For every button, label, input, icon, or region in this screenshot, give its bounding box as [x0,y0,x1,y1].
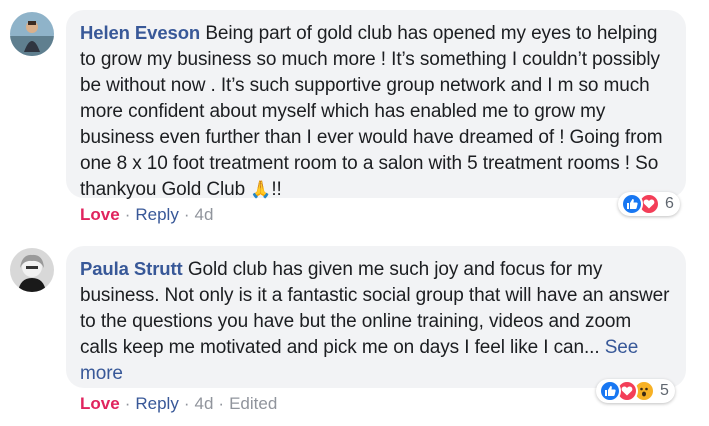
reaction-summary[interactable]: 6 [618,192,680,216]
comment-actions: Love · Reply · 4d [80,205,213,225]
avatar[interactable] [10,12,54,56]
comment-text-suffix: !! [271,179,282,200]
love-button[interactable]: Love [80,394,120,413]
comment-timestamp[interactable]: 4d [195,205,214,224]
comment-bubble: Paula Strutt Gold club has given me such… [66,246,686,388]
love-button[interactable]: Love [80,205,120,224]
edited-label[interactable]: Edited [229,394,277,413]
comment-text: Being part of gold club has opened my ey… [80,23,663,200]
reply-button[interactable]: Reply [135,394,178,413]
comment-author[interactable]: Paula Strutt [80,258,183,279]
comment-bubble: Helen Eveson Being part of gold club has… [66,10,686,200]
comment-timestamp[interactable]: 4d [195,394,214,413]
separator: · [124,394,131,413]
comment-actions: Love · Reply · 4d · Edited [80,394,277,414]
reaction-count: 6 [665,195,674,212]
comment-author[interactable]: Helen Eveson [80,22,200,43]
separator: · [183,394,190,413]
like-icon [599,380,621,402]
separator: · [218,394,225,413]
avatar[interactable] [10,248,54,292]
separator: · [183,205,190,224]
like-icon [621,193,643,215]
reply-button[interactable]: Reply [135,205,178,224]
reaction-count: 5 [660,382,669,399]
separator: · [124,205,131,224]
reaction-summary[interactable]: 5 [596,379,675,403]
folded-hands-emoji: 🙏 [250,180,272,199]
